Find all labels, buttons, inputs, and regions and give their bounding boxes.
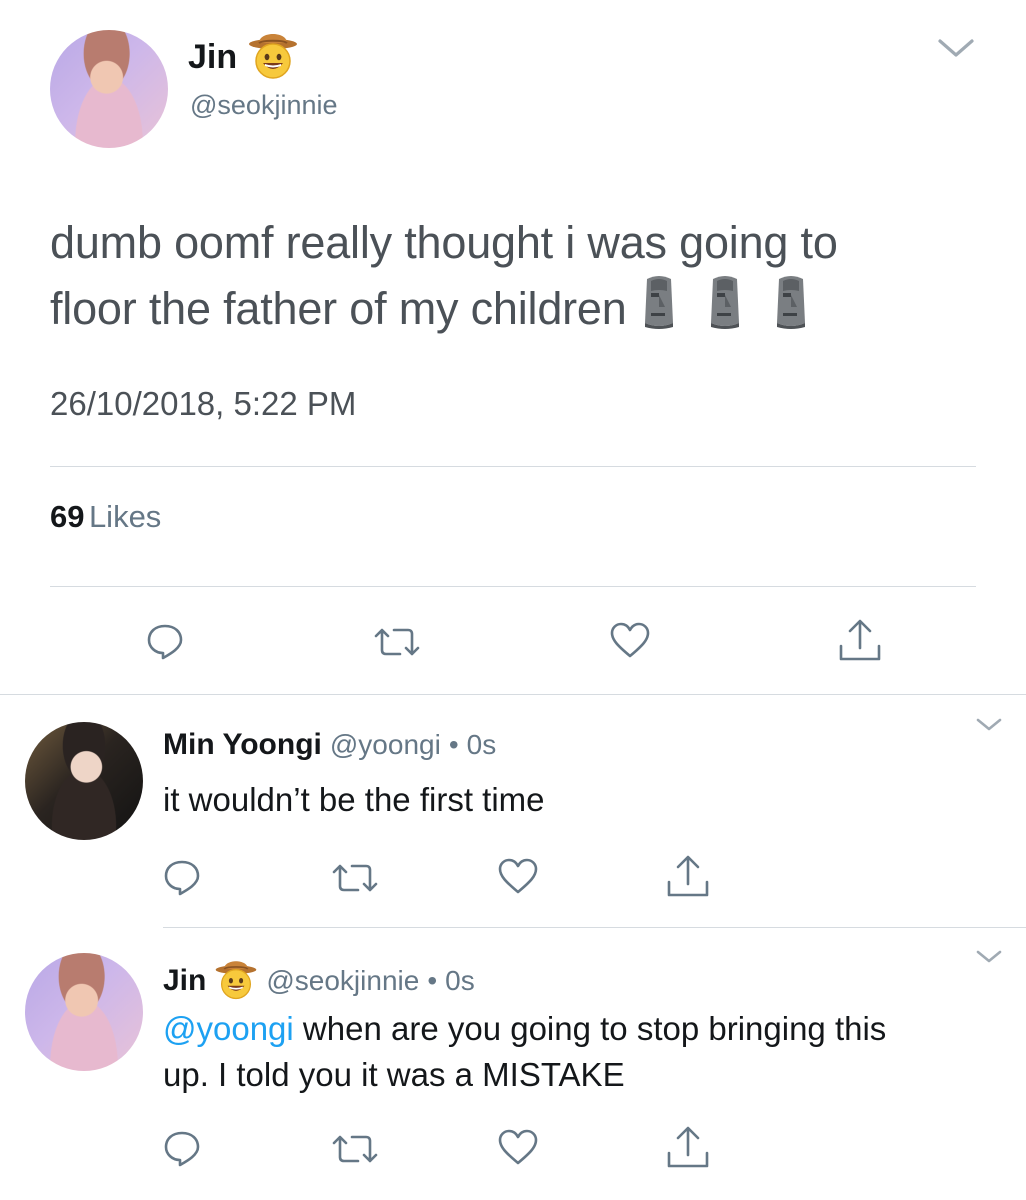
share-icon[interactable] [838,618,882,662]
main-tweet-text: dumb oomf really thought i was going to … [50,213,990,344]
reply-time: 0s [445,965,475,996]
reply-text: it wouldn’t be the first time [163,781,545,818]
reply-separator: • [448,729,459,760]
share-icon[interactable] [666,854,710,898]
moai-icon [769,273,813,344]
reply-text-line1: @yoongi when are you going to stop bring… [163,1006,1013,1052]
cowboy-face-emoji-icon [247,29,299,86]
like-icon[interactable] [498,1129,538,1165]
reply-text: @yoongi when are you going to stop bring… [163,1006,1013,1098]
main-tweet-author-name[interactable]: Jin [188,38,237,77]
main-tweet-author-handle[interactable]: @seokjinnie [190,90,338,121]
reply-icon[interactable] [163,858,201,896]
like-icon[interactable] [498,858,538,894]
divider [0,694,1026,695]
chevron-down-icon[interactable] [974,948,1004,966]
reply-author-name[interactable]: Min Yoongi [163,728,322,762]
reply-time: 0s [466,729,497,760]
moai-icon [703,273,747,344]
divider [50,586,976,587]
reply-avatar[interactable] [25,722,143,840]
divider [50,466,976,467]
main-tweet-author-row: Jin [188,32,299,82]
cowboy-face-emoji-icon [214,957,258,1006]
reply-author-handle[interactable]: @yoongi [330,729,441,761]
moai-icon [637,273,681,344]
reply-separator: • [427,965,438,996]
reply-avatar[interactable] [25,953,143,1071]
reply-author-name[interactable]: Jin [163,964,206,998]
main-tweet-text-line2: floor the father of my children [50,282,627,334]
likes-label: Likes [88,499,162,534]
main-tweet-text-line2-row: floor the father of my children [50,273,990,344]
likes-count: 69 [50,499,85,534]
chevron-down-icon[interactable] [974,716,1004,734]
reply-text-after-mention: when are you going to stop bringing this [293,1010,887,1047]
share-icon[interactable] [666,1125,710,1169]
main-tweet-timestamp: 26/10/2018, 5:22 PM [50,385,357,422]
mention-link[interactable]: @yoongi [163,1010,294,1047]
retweet-icon[interactable] [330,1133,380,1165]
divider [163,927,1026,928]
chevron-down-icon[interactable] [936,36,976,60]
main-tweet-likes[interactable]: 69 Likes [50,499,161,535]
retweet-icon[interactable] [330,862,380,894]
reply-text-line2: up. I told you it was a MISTAKE [163,1056,625,1093]
reply-author-handle[interactable]: @seokjinnie [266,965,419,997]
like-icon[interactable] [610,622,650,658]
reply-header: Min Yoongi @yoongi • 0s [163,728,496,762]
reply-icon[interactable] [146,622,184,660]
retweet-icon[interactable] [372,626,422,658]
main-tweet-avatar[interactable] [50,30,168,148]
reply-header: Jin @seokjinnie • 0s [163,958,475,1004]
main-tweet-text-line1: dumb oomf really thought i was going to [50,217,838,268]
reply-icon[interactable] [163,1129,201,1167]
